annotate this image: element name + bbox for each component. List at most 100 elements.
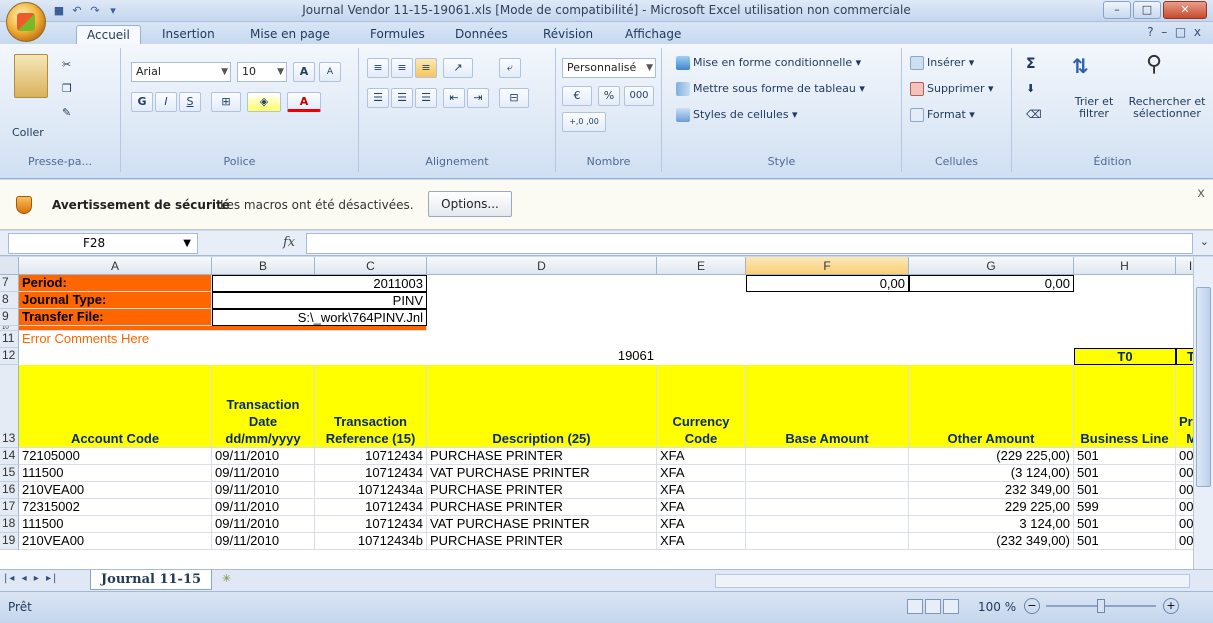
cell-proc[interactable]: 000 <box>1176 533 1193 550</box>
font-name-combo[interactable]: Arial ▼ <box>131 62 231 82</box>
cell-description[interactable]: VAT PURCHASE PRINTER <box>427 465 657 482</box>
cell-currency[interactable]: XFA <box>657 465 746 482</box>
header-business-line[interactable]: Business Line <box>1074 365 1176 448</box>
cell-proc[interactable]: 000 <box>1176 448 1193 465</box>
cell-description[interactable]: PURCHASE PRINTER <box>427 482 657 499</box>
cell-f7[interactable]: 0,00 <box>746 275 909 292</box>
tab-insertion[interactable]: Insertion <box>162 25 215 44</box>
cell-date[interactable]: 09/11/2010 <box>212 499 315 516</box>
cell-proc[interactable]: 000 <box>1176 465 1193 482</box>
transfer-file-label[interactable]: Transfer File: <box>19 309 212 326</box>
paste-icon[interactable] <box>14 54 48 98</box>
font-size-combo[interactable]: 10 ▼ <box>237 62 287 82</box>
help-icon[interactable]: ? – □ x <box>1147 25 1201 39</box>
cell-g7[interactable]: 0,00 <box>909 275 1074 292</box>
page-break-view-icon[interactable] <box>943 599 959 614</box>
period-value[interactable]: 2011003 <box>212 275 427 292</box>
format-painter-icon[interactable]: ✎ <box>62 106 71 119</box>
vertical-scrollbar[interactable] <box>1193 257 1213 569</box>
tab-formules[interactable]: Formules <box>370 25 425 44</box>
column-header-h[interactable]: H <box>1074 257 1176 275</box>
row-header[interactable]: 7 <box>0 275 19 292</box>
row-header[interactable]: 11 <box>0 331 19 348</box>
wrap-text-icon[interactable]: ⤶ <box>499 58 521 78</box>
column-header-d[interactable]: D <box>427 257 657 275</box>
cell-account-code[interactable]: 72315002 <box>19 499 212 516</box>
cell-date[interactable]: 09/11/2010 <box>212 448 315 465</box>
scroll-thumb[interactable] <box>1196 287 1211 487</box>
normal-view-icon[interactable] <box>907 599 923 614</box>
conditional-formatting-button[interactable]: Mise en forme conditionnelle ▾ <box>676 56 861 70</box>
cell-reference[interactable]: 10712434 <box>315 499 427 516</box>
cell-proc[interactable]: 000 <box>1176 516 1193 533</box>
cut-icon[interactable]: ✂ <box>62 58 71 71</box>
error-comments[interactable]: Error Comments Here <box>19 331 319 348</box>
cell-business-line[interactable]: 599 <box>1074 499 1176 516</box>
number-format-combo[interactable]: Personnalisé ▼ <box>562 58 656 78</box>
cell-other-amount[interactable]: 229 225,00 <box>909 499 1074 516</box>
delete-button[interactable]: Supprimer ▾ <box>910 82 994 96</box>
chevron-down-icon[interactable]: ▼ <box>183 234 191 253</box>
transfer-file-value[interactable]: S:\_work\764PINV.Jnl <box>212 309 427 326</box>
tab-donnees[interactable]: Données <box>455 25 508 44</box>
bold-button[interactable]: G <box>131 92 153 112</box>
minimize-button[interactable]: – <box>1103 1 1131 19</box>
cell-business-line[interactable]: 501 <box>1074 482 1176 499</box>
insert-button[interactable]: Insérer ▾ <box>910 56 974 70</box>
page-layout-view-icon[interactable] <box>925 599 941 614</box>
header-base-amount[interactable]: Base Amount <box>746 365 909 448</box>
cell-reference[interactable]: 10712434b <box>315 533 427 550</box>
cell-currency[interactable]: XFA <box>657 533 746 550</box>
expand-formula-icon[interactable]: ⌄ <box>1200 235 1209 248</box>
cell-proc[interactable]: 000 <box>1176 482 1193 499</box>
align-middle-icon[interactable]: ≡ <box>391 58 413 78</box>
column-header-b[interactable]: B <box>212 257 315 275</box>
column-header-i[interactable]: I <box>1176 257 1193 275</box>
cell-base-amount[interactable] <box>746 465 909 482</box>
shrink-font-button[interactable]: A <box>319 62 341 82</box>
thousands-button[interactable]: 000 <box>624 86 654 106</box>
cell-account-code[interactable]: 210VEA00 <box>19 533 212 550</box>
currency-format-icon[interactable]: € <box>562 86 592 106</box>
increase-indent-icon[interactable]: ⇥ <box>467 88 489 108</box>
header-account-code[interactable]: Account Code <box>19 365 212 448</box>
zoom-out-button[interactable]: − <box>1024 598 1040 614</box>
t0-label[interactable]: T0 <box>1074 348 1176 365</box>
tab-mise-en-page[interactable]: Mise en page <box>250 25 330 44</box>
cell-currency[interactable]: XFA <box>657 516 746 533</box>
options-button[interactable]: Options... <box>428 191 512 217</box>
cell-base-amount[interactable] <box>746 499 909 516</box>
cell-currency[interactable]: XFA <box>657 499 746 516</box>
format-button[interactable]: Format ▾ <box>910 108 975 122</box>
name-box[interactable]: F28 ▼ <box>8 233 198 254</box>
journal-type-label[interactable]: Journal Type: <box>19 292 212 309</box>
sheet-nav-arrows-icon[interactable]: |◂ ◂ ▸ ▸| <box>4 573 58 584</box>
font-color-icon[interactable]: A <box>287 92 321 112</box>
cell-reference[interactable]: 10712434 <box>315 448 427 465</box>
close-warning-button[interactable]: x <box>1197 186 1205 201</box>
cell-account-code[interactable]: 72105000 <box>19 448 212 465</box>
tab-revision[interactable]: Révision <box>543 25 593 44</box>
cell-description[interactable]: PURCHASE PRINTER <box>427 499 657 516</box>
cell-description[interactable]: VAT PURCHASE PRINTER <box>427 516 657 533</box>
sort-filter-icon[interactable]: ⇅ <box>1072 54 1098 84</box>
align-left-icon[interactable]: ☰ <box>367 88 389 108</box>
orientation-icon[interactable]: ↗ <box>443 58 473 78</box>
cell-date[interactable]: 09/11/2010 <box>212 533 315 550</box>
t1-label[interactable]: T <box>1176 348 1193 365</box>
cell-description[interactable]: PURCHASE PRINTER <box>427 533 657 550</box>
select-all-corner[interactable] <box>0 257 19 275</box>
cell-proc[interactable]: 000 <box>1176 499 1193 516</box>
align-center-icon[interactable]: ☰ <box>391 88 413 108</box>
formula-input[interactable] <box>306 233 1193 254</box>
autosum-button[interactable]: Σ <box>1026 56 1036 72</box>
tab-accueil[interactable]: Accueil <box>76 25 141 44</box>
batch-number[interactable]: 19061 <box>427 348 657 365</box>
header-description[interactable]: Description (25) <box>427 365 657 448</box>
cell-account-code[interactable]: 111500 <box>19 465 212 482</box>
row-header[interactable]: 15 <box>0 465 19 482</box>
cell-date[interactable]: 09/11/2010 <box>212 465 315 482</box>
fill-color-icon[interactable]: ◈ <box>247 92 281 112</box>
italic-button[interactable]: I <box>155 92 177 112</box>
align-bottom-icon[interactable]: ≡ <box>415 58 437 78</box>
